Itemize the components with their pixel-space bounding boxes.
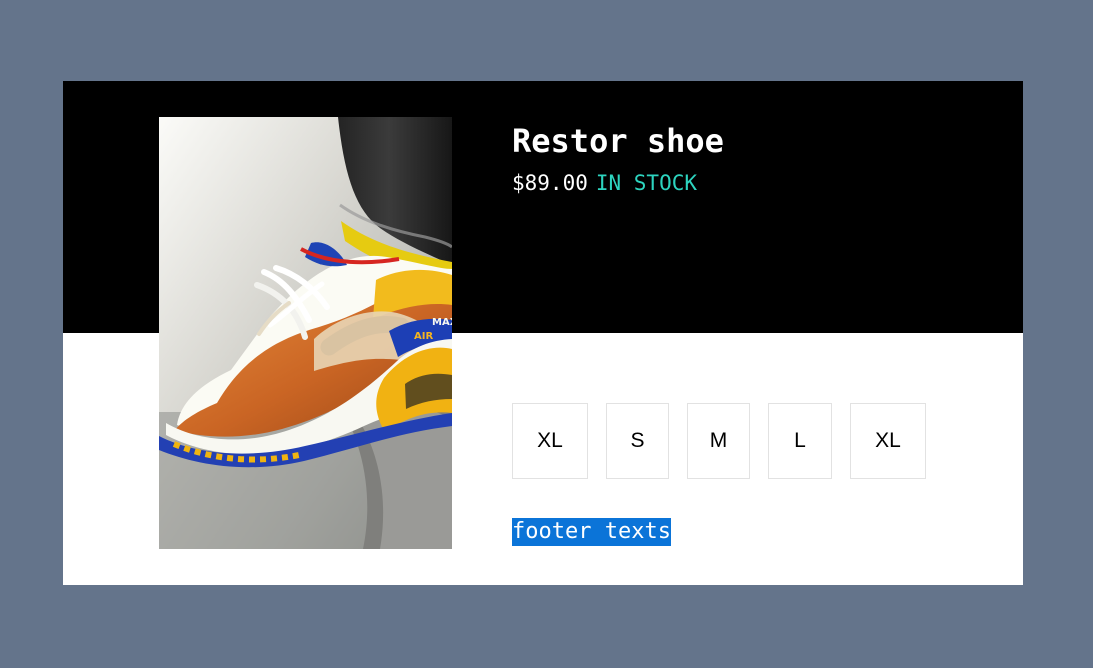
size-option-s[interactable]: S [606,403,669,479]
size-option-m[interactable]: M [687,403,750,479]
size-option-xl[interactable]: XL [512,403,588,479]
product-image: AIR MAX [159,117,452,549]
svg-text:MAX: MAX [432,317,452,328]
size-option-l[interactable]: L [768,403,832,479]
shoe-photo: AIR MAX [159,117,452,549]
price-row: $89.00 IN STOCK [512,169,697,197]
product-title: Restor shoe [512,122,724,160]
svg-text:AIR: AIR [414,331,433,342]
product-card: AIR MAX Restor shoe $89.00IN STOCK XL S … [63,81,1023,585]
stock-status: IN STOCK [595,171,698,195]
size-option-xl-second[interactable]: XL [850,403,926,479]
product-price: $89.00 [512,171,588,195]
footer-text: footer texts [512,518,671,546]
